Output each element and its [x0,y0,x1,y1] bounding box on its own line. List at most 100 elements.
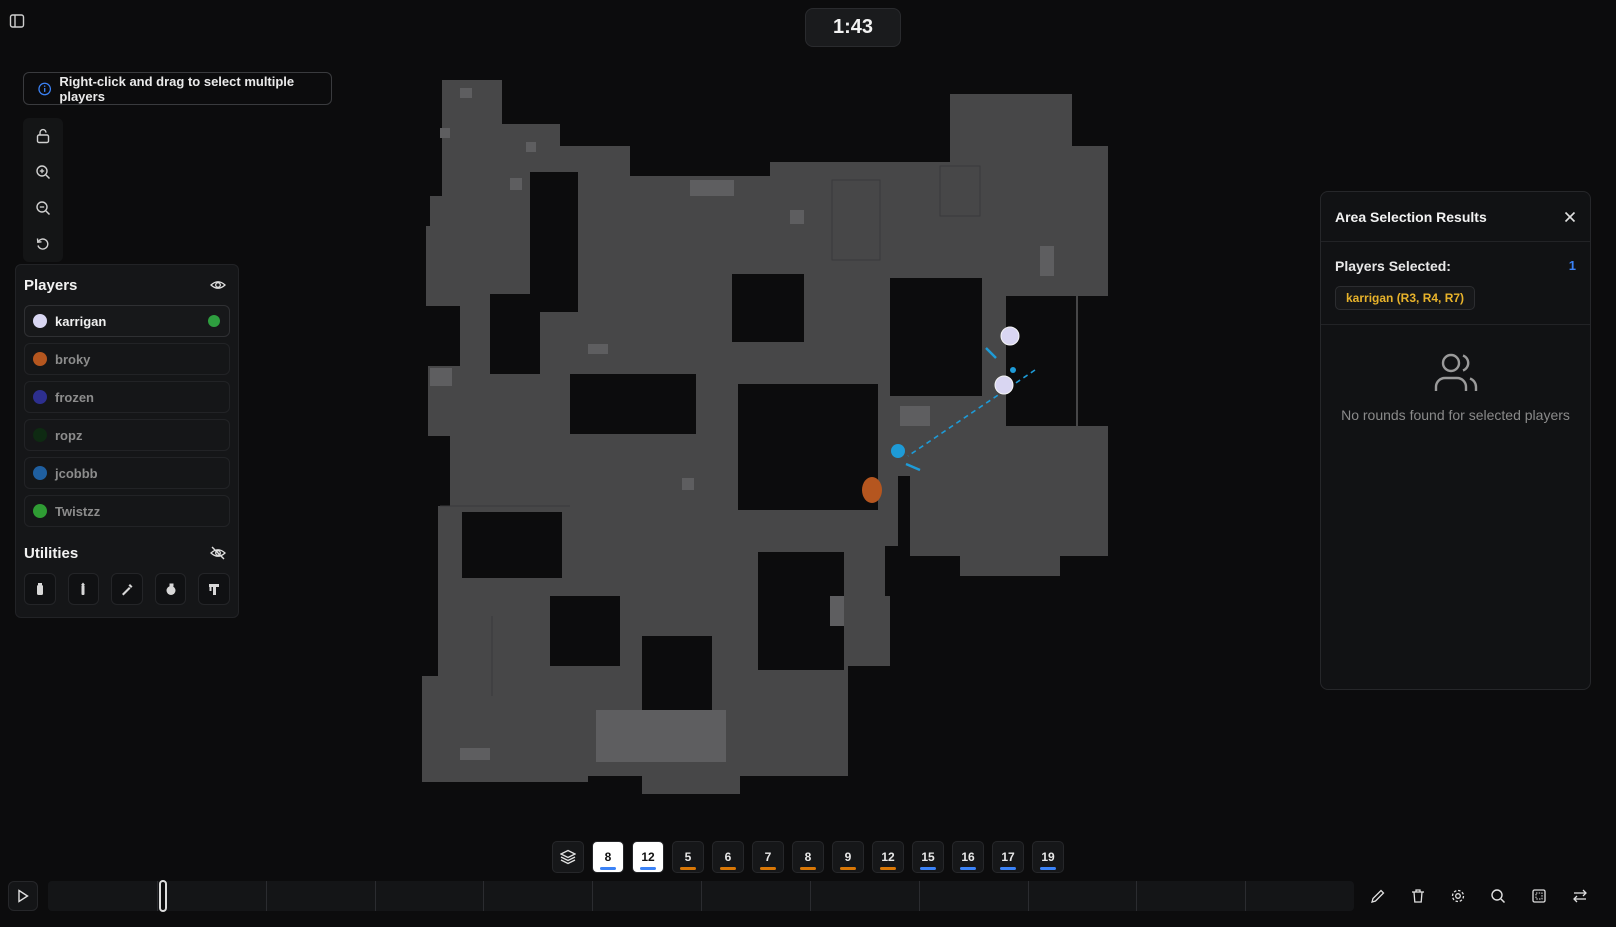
play-button[interactable] [8,881,38,911]
hint-text: Right-click and drag to select multiple … [59,73,295,104]
timeline-tick [701,881,702,911]
round-chip[interactable]: 12 [872,841,904,873]
player-color-dot [33,504,47,518]
area-select-button[interactable] [1524,881,1554,911]
timeline-tick [375,881,376,911]
player-name: ropz [55,427,83,443]
player-name: frozen [55,389,94,405]
player-color-dot [33,314,47,328]
players-header: Players [16,265,238,305]
round-chip[interactable]: 9 [832,841,864,873]
empty-state: No rounds found for selected players [1321,325,1590,423]
round-team-indicator [600,867,616,870]
info-icon [38,82,52,95]
smoke-filter-button[interactable] [24,573,56,605]
round-team-indicator [1000,867,1016,870]
player-item-frozen[interactable]: frozen [24,381,230,413]
timeline-tick [1245,881,1246,911]
zoom-out-button[interactable] [28,193,58,223]
round-number: 15 [921,850,935,864]
reset-view-button[interactable] [28,229,58,259]
round-chip[interactable]: 5 [672,841,704,873]
round-number: 12 [881,850,895,864]
round-number: 9 [844,850,852,864]
eye-off-icon[interactable] [210,545,226,561]
round-chip[interactable]: 17 [992,841,1024,873]
player-color-dot [33,390,47,404]
round-chip[interactable]: 15 [912,841,944,873]
round-team-indicator [1040,867,1056,870]
players-title: Players [24,276,78,294]
search-icon [1491,889,1506,904]
layers-button[interactable] [552,841,584,873]
lock-button[interactable] [28,121,58,151]
player-item-jcobbb[interactable]: jcobbb [24,457,230,489]
player-color-dot [33,428,47,442]
search-button[interactable] [1483,881,1513,911]
round-chip[interactable]: 7 [752,841,784,873]
results-header: Area Selection Results [1321,192,1590,242]
users-icon [1434,353,1477,391]
sidebar-toggle-button[interactable] [8,12,26,30]
round-number: 8 [604,850,612,864]
selected-player-chip[interactable]: karrigan (R3, R4, R7) [1335,286,1476,310]
layers-icon [560,849,576,865]
round-chip[interactable]: 16 [952,841,984,873]
play-icon [18,889,29,903]
timeline-tick [266,881,267,911]
player-item-karrigan[interactable]: karrigan [24,305,230,337]
swap-sides-button[interactable] [1565,881,1595,911]
molotov-filter-button[interactable] [111,573,143,605]
utilities-title: Utilities [24,544,79,562]
player-item-twistzz[interactable]: Twistzz [24,495,230,527]
round-number: 6 [724,850,732,864]
round-number: 12 [641,850,655,864]
utilities-row [16,573,238,605]
settings-button[interactable] [1443,881,1473,911]
map-toolbar [23,118,63,262]
round-team-indicator [640,867,656,870]
eye-icon[interactable] [210,277,226,293]
timeline-tick [157,881,158,911]
timeline-scrubber[interactable] [159,880,167,912]
players-panel: Players karrigan broky frozen ropz jcobbb Twi… [15,264,239,618]
round-team-indicator [760,867,776,870]
map-canvas[interactable] [420,76,1110,816]
round-team-indicator [960,867,976,870]
player-item-broky[interactable]: broky [24,343,230,375]
empty-message: No rounds found for selected players [1341,407,1570,423]
timeline-track[interactable] [48,880,1354,912]
player-name: jcobbb [55,465,98,481]
t-marker [862,477,882,503]
player-item-ropz[interactable]: ropz [24,419,230,451]
close-icon[interactable] [1564,211,1576,223]
zoom-in-button[interactable] [28,157,58,187]
round-chip[interactable]: 6 [712,841,744,873]
timeline-tick [1136,881,1137,911]
gear-icon [1451,889,1465,903]
player-active-indicator [208,315,220,327]
round-chip[interactable]: 19 [1032,841,1064,873]
round-number: 19 [1041,850,1055,864]
timeline-tick [810,881,811,911]
delete-button[interactable] [1403,881,1433,911]
molotov-icon [121,584,133,596]
decoy-filter-button[interactable] [198,573,230,605]
zoom-in-icon [36,165,51,180]
flash-filter-button[interactable] [67,573,100,605]
round-chip[interactable]: 8 [592,841,624,873]
sidebar-toggle-icon [9,14,25,28]
round-number: 7 [764,850,772,864]
player-marker-karrigan-ghost [994,375,1014,395]
draw-button[interactable] [1363,881,1393,911]
round-timer: 1:43 [805,8,901,47]
round-chip[interactable]: 12 [632,841,664,873]
round-team-indicator [800,867,816,870]
timeline-tick [919,881,920,911]
grenade-filter-button[interactable] [154,573,187,605]
round-team-indicator [920,867,936,870]
area-selection-results-panel: Area Selection Results Players Selected:… [1320,191,1591,690]
round-team-indicator [680,867,696,870]
player-name: karrigan [55,313,107,329]
round-chip[interactable]: 8 [792,841,824,873]
